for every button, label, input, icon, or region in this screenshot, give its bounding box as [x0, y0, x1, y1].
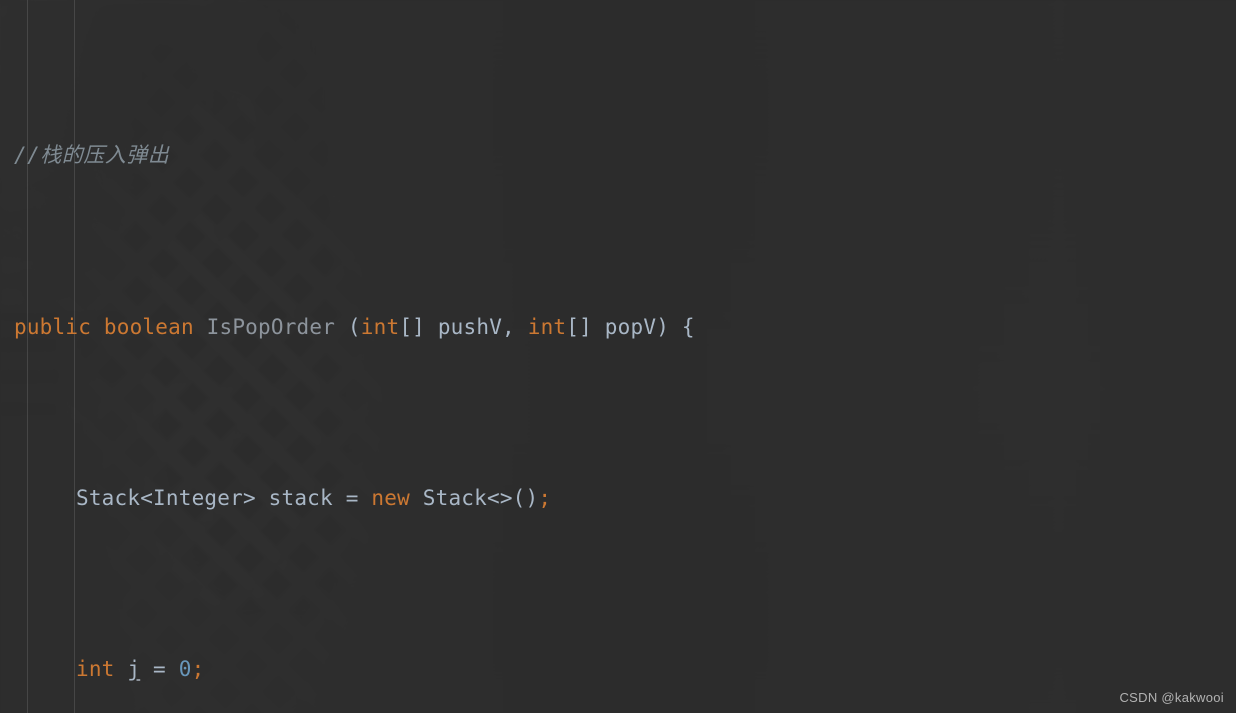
space-3 — [515, 315, 528, 339]
csdn-watermark: CSDN @kakwooi — [1119, 690, 1224, 705]
space-4 — [115, 657, 128, 681]
signature-close: ) { — [656, 314, 695, 339]
keyword-int-a: int — [360, 314, 400, 339]
method-name: IsPopOrder — [206, 314, 336, 339]
signature-open-paren: ( — [335, 314, 361, 339]
code-editor-screenshot: //栈的压入弹出 public boolean IsPopOrder (int[… — [0, 0, 1236, 713]
array-brackets-a: [] — [399, 314, 425, 339]
number-zero-4: 0 — [178, 656, 192, 681]
semicolon-4: ; — [191, 656, 205, 681]
space-1 — [91, 315, 104, 339]
assign-operator-4: = — [140, 656, 179, 681]
space-2 — [194, 315, 207, 339]
stack-constructor: Stack<>() — [409, 485, 539, 510]
param-popv: popV — [591, 314, 657, 339]
code-line-3[interactable]: Stack<Integer> stack = new Stack<>(); — [0, 477, 1236, 520]
param-pushv: pushV, — [425, 314, 515, 339]
keyword-public: public — [14, 314, 92, 339]
code-line-4[interactable]: int j = 0; — [0, 648, 1236, 691]
semicolon-3: ; — [538, 485, 552, 510]
keyword-boolean: boolean — [103, 314, 194, 339]
stack-declaration: Stack<Integer> stack = — [76, 485, 372, 510]
variable-j-decl: j — [127, 656, 141, 681]
keyword-new: new — [371, 485, 410, 510]
array-brackets-b: [] — [566, 314, 592, 339]
keyword-int-b: int — [527, 314, 567, 339]
comment-token: //栈的压入弹出 — [14, 143, 170, 168]
code-text-area[interactable]: //栈的压入弹出 public boolean IsPopOrder (int[… — [0, 0, 1236, 713]
code-line-1[interactable]: //栈的压入弹出 — [0, 134, 1236, 177]
keyword-int-j: int — [76, 656, 115, 681]
code-line-2[interactable]: public boolean IsPopOrder (int[] pushV, … — [0, 306, 1236, 349]
